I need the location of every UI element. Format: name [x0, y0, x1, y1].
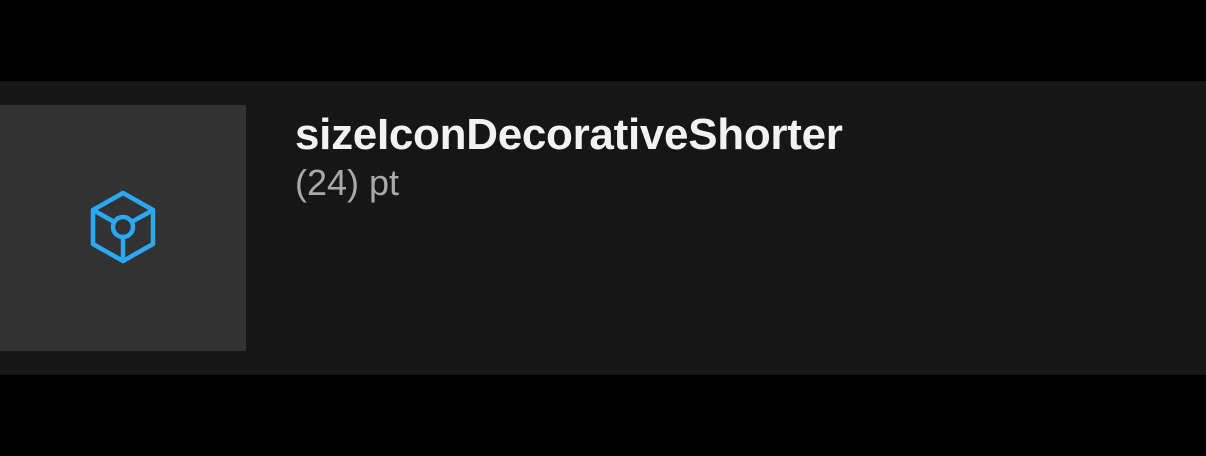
cube-icon: [89, 190, 157, 266]
icon-preview: [0, 105, 246, 351]
token-value: (24) pt: [295, 162, 400, 203]
token-info: sizeIconDecorativeShorter (24) pt: [295, 111, 843, 203]
token-row: sizeIconDecorativeShorter (24) pt: [0, 81, 1206, 375]
token-name: sizeIconDecorativeShorter: [295, 110, 843, 159]
